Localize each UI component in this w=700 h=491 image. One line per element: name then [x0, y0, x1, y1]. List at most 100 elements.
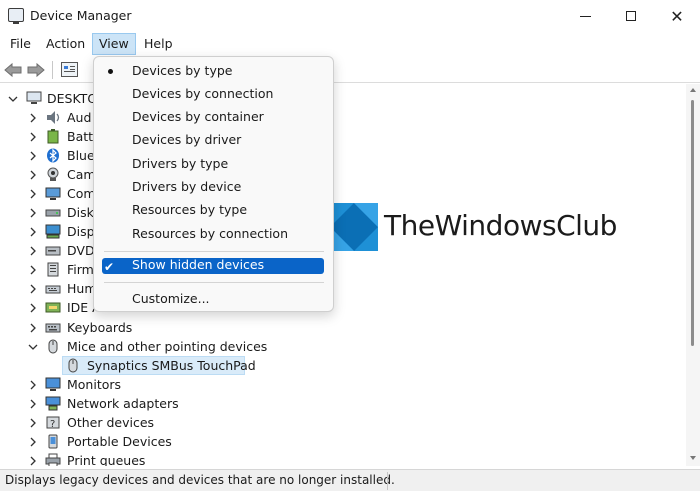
tree-item-label: Mice and other pointing devices: [67, 339, 268, 354]
chevron-right-icon[interactable]: [27, 279, 39, 298]
printer-icon: [45, 453, 61, 466]
menu-bar: File Action View Help: [0, 32, 700, 56]
tree-item-touchpad[interactable]: Synaptics SMBus TouchPad: [0, 356, 680, 375]
menu-item-label: Resources by connection: [132, 226, 288, 241]
tree-item-label: Com: [67, 186, 96, 201]
network-adapter-icon: [45, 396, 61, 411]
battery-icon: [45, 129, 61, 144]
close-button[interactable]: ✕: [654, 0, 700, 32]
camera-icon: [45, 167, 61, 182]
tree-item-label: DVD: [67, 243, 95, 258]
tree-item-portable-devices[interactable]: Portable Devices: [0, 432, 680, 451]
scrollbar-thumb[interactable]: [691, 100, 694, 346]
tree-item-keyboards[interactable]: Keyboards: [0, 318, 680, 337]
tree-item-label: Aud: [67, 110, 92, 125]
checkmark-icon: ✔: [104, 260, 115, 274]
tree-item-network-adapters[interactable]: Network adapters: [0, 394, 680, 413]
tree-item-print-queues[interactable]: Print queues: [0, 451, 680, 466]
menu-file[interactable]: File: [3, 33, 38, 55]
menu-item-label: Drivers by device: [132, 179, 242, 194]
device-manager-app-icon: [8, 8, 24, 24]
chevron-right-icon[interactable]: [27, 318, 39, 337]
keyboard-icon: [45, 320, 61, 335]
vertical-scrollbar[interactable]: [686, 84, 700, 466]
menu-item-label: Devices by type: [132, 63, 233, 78]
menu-item-label: Resources by type: [132, 202, 248, 217]
menu-item-drivers-by-device[interactable]: Drivers by device: [94, 176, 333, 198]
menu-help[interactable]: Help: [137, 33, 180, 55]
tree-item-mice[interactable]: Mice and other pointing devices: [0, 337, 680, 356]
thewindowsclub-logo-icon: [330, 203, 378, 251]
scroll-down-arrow-icon[interactable]: [690, 456, 696, 460]
chevron-down-icon[interactable]: [7, 89, 19, 108]
close-icon: ✕: [670, 6, 684, 26]
minimize-button[interactable]: [562, 0, 608, 32]
menu-item-devices-by-connection[interactable]: Devices by connection: [94, 83, 333, 105]
menu-item-label: Show hidden devices: [132, 257, 265, 272]
ide-controller-icon: [45, 300, 61, 315]
chevron-right-icon[interactable]: [27, 394, 39, 413]
menu-item-show-hidden-devices[interactable]: ✔ Show hidden devices: [94, 256, 333, 278]
chevron-right-icon[interactable]: [27, 203, 39, 222]
menu-item-devices-by-container[interactable]: Devices by container: [94, 106, 333, 128]
chevron-right-icon[interactable]: [27, 260, 39, 279]
tree-item-label: Network adapters: [67, 396, 179, 411]
chevron-down-icon[interactable]: [27, 337, 39, 356]
chevron-right-icon[interactable]: [27, 184, 39, 203]
status-bar: Displays legacy devices and devices that…: [0, 469, 700, 491]
scroll-up-arrow-icon[interactable]: [690, 88, 696, 92]
chevron-right-icon[interactable]: [27, 146, 39, 165]
chevron-right-icon[interactable]: [27, 298, 39, 317]
chevron-right-icon[interactable]: [27, 413, 39, 432]
watermark-text: TheWindowsClub: [384, 209, 617, 242]
menu-item-label: Devices by connection: [132, 86, 274, 101]
audio-icon: [45, 110, 61, 125]
tree-item-monitors[interactable]: Monitors: [0, 375, 680, 394]
menu-item-devices-by-driver[interactable]: Devices by driver: [94, 129, 333, 151]
menu-item-customize[interactable]: Customize...: [94, 288, 333, 310]
radio-bullet-icon: [108, 69, 113, 74]
dvd-drive-icon: [45, 243, 61, 258]
tree-item-label: Keyboards: [67, 320, 133, 335]
window-title: Device Manager: [30, 8, 132, 23]
forward-button[interactable]: [27, 62, 45, 78]
tree-item-label: Blue: [67, 148, 95, 163]
tree-item-label: Print queues: [67, 453, 146, 466]
menu-item-label: Devices by container: [132, 109, 264, 124]
menu-item-drivers-by-type[interactable]: Drivers by type: [94, 153, 333, 175]
display-adapter-icon: [45, 224, 61, 239]
menu-separator: [104, 251, 324, 252]
chevron-right-icon[interactable]: [27, 241, 39, 260]
menu-item-resources-by-type[interactable]: Resources by type: [94, 199, 333, 221]
tree-item-label: Monitors: [67, 377, 122, 392]
chevron-right-icon[interactable]: [27, 222, 39, 241]
tree-item-label: Other devices: [67, 415, 155, 430]
menu-item-resources-by-connection[interactable]: Resources by connection: [94, 223, 333, 245]
toolbar-separator: [52, 61, 53, 79]
portable-device-icon: [45, 434, 61, 449]
chevron-right-icon[interactable]: [27, 165, 39, 184]
menu-item-label: Devices by driver: [132, 132, 242, 147]
chevron-right-icon[interactable]: [27, 451, 39, 466]
menu-item-label: Customize...: [132, 291, 210, 306]
computer-icon: [45, 186, 61, 201]
bluetooth-icon: [45, 148, 61, 163]
tree-item-label: Batt: [67, 129, 94, 144]
properties-button[interactable]: [61, 62, 78, 77]
tree-item-other-devices[interactable]: ? Other devices: [0, 413, 680, 432]
menu-item-label: Drivers by type: [132, 156, 229, 171]
chevron-right-icon[interactable]: [27, 375, 39, 394]
chevron-right-icon[interactable]: [27, 432, 39, 451]
menu-item-devices-by-type[interactable]: Devices by type: [94, 60, 333, 82]
back-button[interactable]: [4, 62, 22, 78]
monitor-icon: [45, 377, 61, 392]
maximize-button[interactable]: [608, 0, 654, 32]
other-devices-icon: ?: [45, 415, 61, 430]
tree-item-label: Disp: [67, 224, 95, 239]
menu-view[interactable]: View: [92, 33, 136, 55]
firmware-icon: [45, 262, 61, 277]
chevron-right-icon[interactable]: [27, 108, 39, 127]
menu-separator: [104, 282, 324, 283]
menu-action[interactable]: Action: [39, 33, 92, 55]
chevron-right-icon[interactable]: [27, 127, 39, 146]
